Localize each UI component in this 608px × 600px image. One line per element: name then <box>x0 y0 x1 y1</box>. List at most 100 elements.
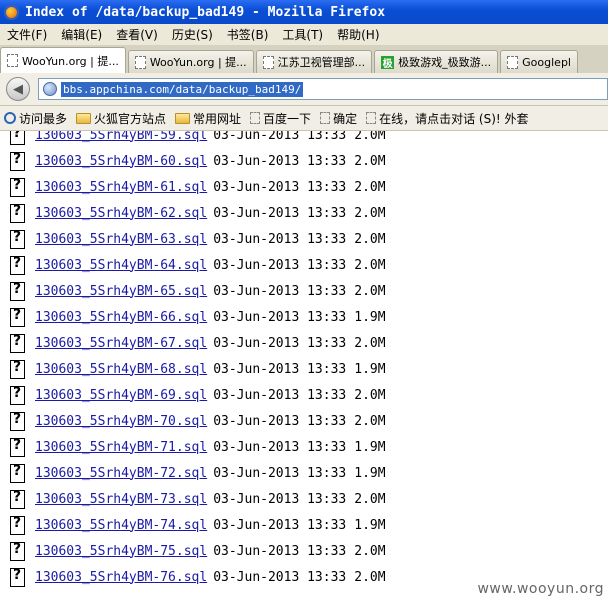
unknown-file-icon <box>10 131 25 145</box>
file-size: 1.9M <box>354 309 386 325</box>
table-row: 130603_5Srh4yBM-73.sql 03-Jun-2013 13:33 2… <box>10 488 386 510</box>
menu-item[interactable]: 帮助(H) <box>330 26 386 43</box>
tab-bar: WooYun.org | 提... WooYun.org | 提... 江苏卫视管理… <box>0 45 608 73</box>
file-date: 03-Jun-2013 13:33 <box>213 153 347 169</box>
browser-tab[interactable]: 极极致游戏_极致游... <box>374 50 499 73</box>
browser-tab[interactable]: WooYun.org | 提... <box>127 50 254 73</box>
unknown-file-icon <box>10 281 25 301</box>
file-link[interactable]: 130603_5Srh4yBM-72.sql <box>35 466 207 481</box>
browser-tab[interactable]: Googlepl <box>500 50 578 73</box>
table-row: 130603_5Srh4yBM-62.sql 03-Jun-2013 13:33 2… <box>10 202 386 224</box>
file-link[interactable]: 130603_5Srh4yBM-68.sql <box>35 362 207 377</box>
globe-icon <box>43 82 57 96</box>
file-size: 2.0M <box>354 257 386 273</box>
table-row: 130603_5Srh4yBM-71.sql 03-Jun-2013 13:33 1… <box>10 436 386 458</box>
unknown-file-icon <box>10 229 25 249</box>
tab-label: WooYun.org | 提... <box>22 54 119 68</box>
table-row: 130603_5Srh4yBM-65.sql 03-Jun-2013 13:33 2… <box>10 280 386 302</box>
bookmark-item[interactable]: 常用网址 <box>175 110 241 127</box>
unknown-file-icon <box>10 307 25 327</box>
file-size: 2.0M <box>354 283 386 299</box>
bookmark-item[interactable]: 访问最多 <box>4 110 67 127</box>
table-row: 130603_5Srh4yBM-61.sql 03-Jun-2013 13:33 2… <box>10 176 386 198</box>
unknown-file-icon <box>10 177 25 197</box>
file-size: 2.0M <box>354 543 386 559</box>
menu-bar: 文件(F) 编辑(E) 查看(V) 历史(S) 书签(B) 工具(T) 帮助(H) <box>0 24 608 46</box>
bookmark-item[interactable]: 火狐官方站点 <box>76 110 166 127</box>
file-date: 03-Jun-2013 13:33 <box>213 543 347 559</box>
file-date: 03-Jun-2013 13:33 <box>213 361 347 377</box>
file-link[interactable]: 130603_5Srh4yBM-75.sql <box>35 544 207 559</box>
unknown-file-icon <box>10 567 25 587</box>
unknown-file-icon <box>10 203 25 223</box>
unknown-file-icon <box>10 541 25 561</box>
unknown-file-icon <box>10 385 25 405</box>
tab-label: 极致游戏_极致游... <box>398 56 492 69</box>
table-row: 130603_5Srh4yBM-74.sql 03-Jun-2013 13:33 1… <box>10 514 386 536</box>
file-link[interactable]: 130603_5Srh4yBM-73.sql <box>35 492 207 507</box>
directory-listing: 130603_5Srh4yBM-59.sql 03-Jun-2013 13:33 2… <box>0 131 608 600</box>
bookmark-item[interactable]: 确定 <box>320 110 357 127</box>
file-link[interactable]: 130603_5Srh4yBM-63.sql <box>35 232 207 247</box>
page-icon <box>250 112 261 124</box>
file-link[interactable]: 130603_5Srh4yBM-59.sql <box>35 131 207 143</box>
file-link[interactable]: 130603_5Srh4yBM-69.sql <box>35 388 207 403</box>
tab-label: WooYun.org | 提... <box>149 56 247 69</box>
file-date: 03-Jun-2013 13:33 <box>213 413 347 429</box>
menu-item[interactable]: 文件(F) <box>0 26 54 43</box>
bookmark-item[interactable]: 在线，请点击对话 (S)! 外套 <box>366 110 529 127</box>
file-link[interactable]: 130603_5Srh4yBM-61.sql <box>35 180 207 195</box>
table-row: 130603_5Srh4yBM-63.sql 03-Jun-2013 13:33 2… <box>10 228 386 250</box>
menu-item[interactable]: 工具(T) <box>275 26 330 43</box>
address-url[interactable]: bbs.appchina.com/data/backup_bad149/ <box>61 81 304 97</box>
file-date: 03-Jun-2013 13:33 <box>213 283 347 299</box>
file-date: 03-Jun-2013 13:33 <box>213 257 347 273</box>
bookmark-item[interactable]: 百度一下 <box>250 110 311 127</box>
file-size: 2.0M <box>354 179 386 195</box>
search-icon <box>4 112 16 124</box>
file-size: 2.0M <box>354 231 386 247</box>
bookmark-label: 百度一下 <box>263 111 312 126</box>
file-link[interactable]: 130603_5Srh4yBM-74.sql <box>35 518 207 533</box>
menu-item[interactable]: 书签(B) <box>220 26 276 43</box>
back-button[interactable]: ◀ <box>6 77 30 101</box>
bookmark-label: 访问最多 <box>19 111 68 126</box>
table-row: 130603_5Srh4yBM-76.sql 03-Jun-2013 13:33 2… <box>10 566 386 588</box>
file-size: 2.0M <box>354 335 386 351</box>
file-link[interactable]: 130603_5Srh4yBM-66.sql <box>35 310 207 325</box>
page-icon <box>366 112 377 124</box>
file-size: 2.0M <box>354 491 386 507</box>
page-icon <box>134 55 146 69</box>
file-link[interactable]: 130603_5Srh4yBM-71.sql <box>35 440 207 455</box>
file-link[interactable]: 130603_5Srh4yBM-60.sql <box>35 154 207 169</box>
file-link[interactable]: 130603_5Srh4yBM-67.sql <box>35 336 207 351</box>
file-link[interactable]: 130603_5Srh4yBM-62.sql <box>35 206 207 221</box>
table-row: 130603_5Srh4yBM-67.sql 03-Jun-2013 13:33 2… <box>10 332 386 354</box>
menu-item[interactable]: 编辑(E) <box>54 26 109 43</box>
menu-item[interactable]: 查看(V) <box>109 26 165 43</box>
file-size: 2.0M <box>354 153 386 169</box>
menu-item[interactable]: 历史(S) <box>165 26 220 43</box>
file-size: 1.9M <box>354 465 386 481</box>
site-favicon-icon: 极 <box>381 55 395 70</box>
file-link[interactable]: 130603_5Srh4yBM-76.sql <box>35 570 207 585</box>
page-icon <box>320 112 331 124</box>
browser-tab[interactable]: WooYun.org | 提... <box>0 47 126 73</box>
browser-tab[interactable]: 江苏卫视管理部... <box>255 50 373 73</box>
address-bar[interactable]: bbs.appchina.com/data/backup_bad149/ <box>38 78 608 100</box>
file-size: 1.9M <box>354 439 386 455</box>
unknown-file-icon <box>10 359 25 379</box>
file-link[interactable]: 130603_5Srh4yBM-65.sql <box>35 284 207 299</box>
tab-label: Googlepl <box>522 55 571 69</box>
navigation-toolbar: ◀ bbs.appchina.com/data/backup_bad149/ <box>0 73 608 106</box>
table-row: 130603_5Srh4yBM-75.sql 03-Jun-2013 13:33 2… <box>10 540 386 562</box>
bookmarks-toolbar: 访问最多 火狐官方站点 常用网址 百度一下 确定 在线，请点击对话 (S)! 外套 <box>0 106 608 131</box>
file-size: 2.0M <box>354 413 386 429</box>
table-row: 130603_5Srh4yBM-59.sql 03-Jun-2013 13:33 2… <box>10 131 386 146</box>
file-link[interactable]: 130603_5Srh4yBM-64.sql <box>35 258 207 273</box>
file-date: 03-Jun-2013 13:33 <box>213 131 347 143</box>
file-link[interactable]: 130603_5Srh4yBM-70.sql <box>35 414 207 429</box>
bookmark-label: 火狐官方站点 <box>94 111 167 126</box>
table-row: 130603_5Srh4yBM-68.sql 03-Jun-2013 13:33 1… <box>10 358 386 380</box>
unknown-file-icon <box>10 463 25 483</box>
